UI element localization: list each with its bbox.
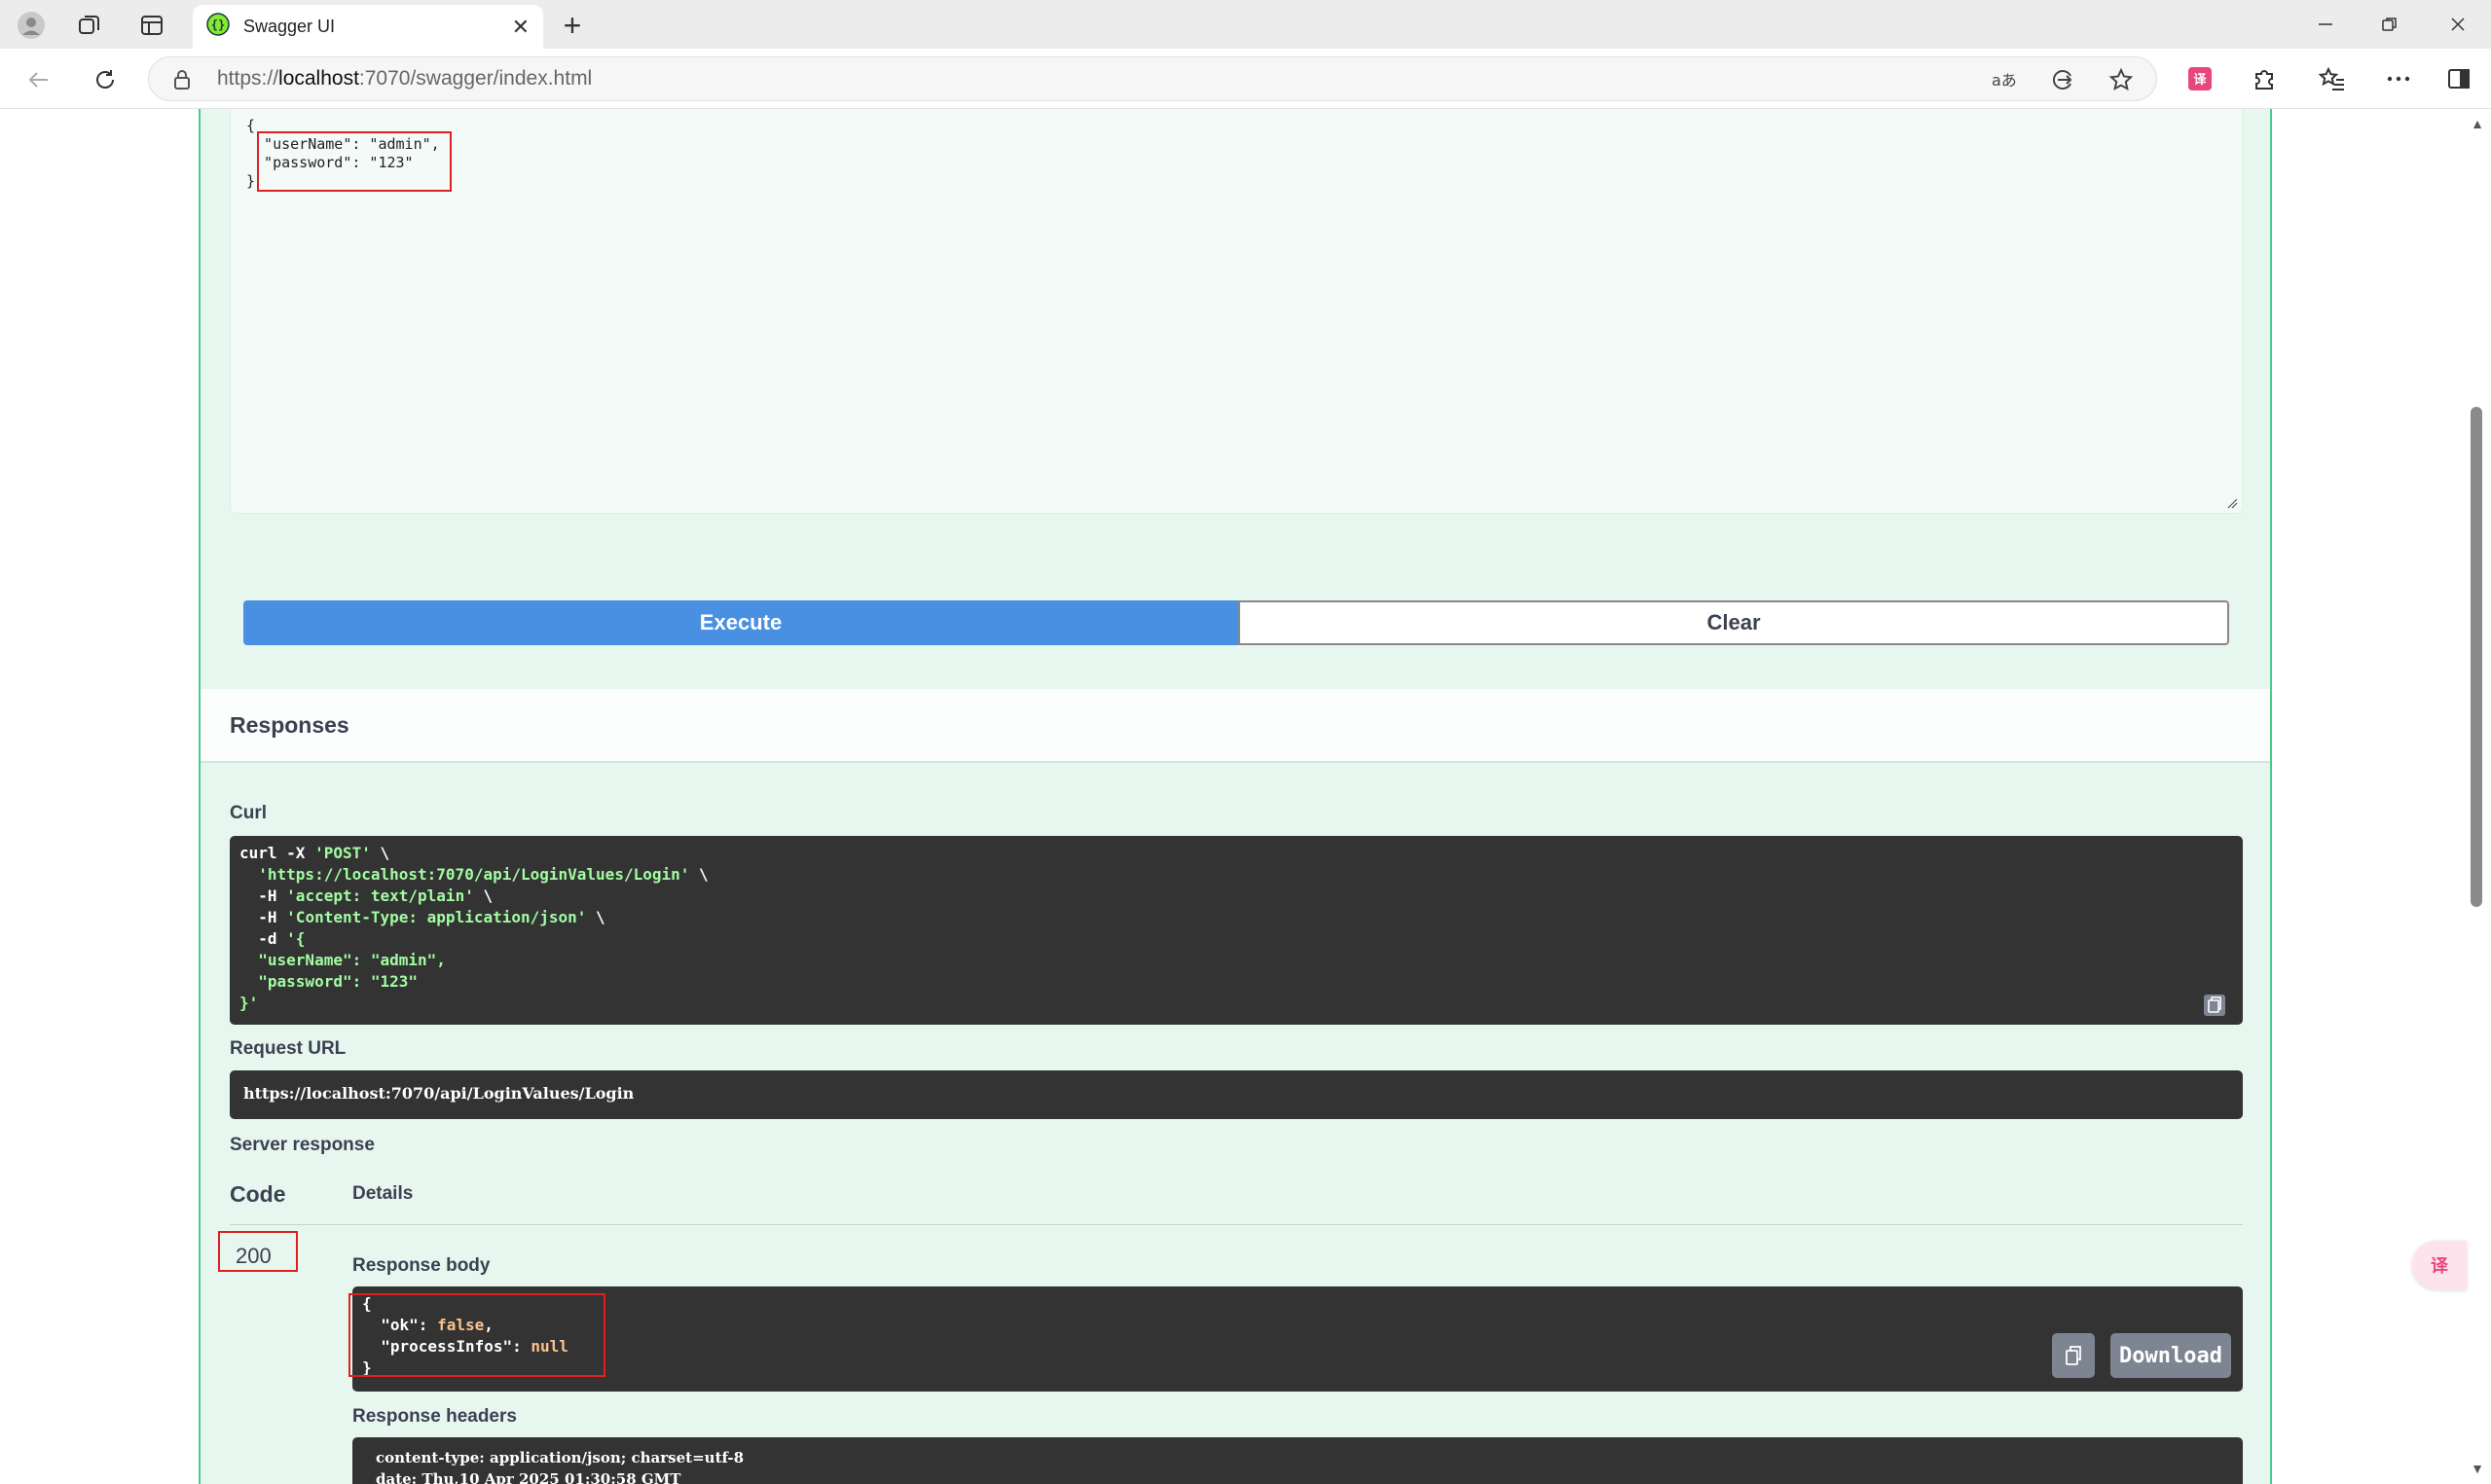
- status-code-highlight: [218, 1231, 298, 1272]
- curl-line: curl -X 'POST' \: [239, 844, 2233, 865]
- code-token: '{: [286, 929, 306, 948]
- code-token: "userName": "admin",: [239, 951, 446, 969]
- tab-strip: {} Swagger UI ✕ +: [0, 0, 2491, 49]
- response-body-line: }: [362, 1358, 2233, 1380]
- operation-block-post-login: { "userName": "admin", "password": "123"…: [199, 109, 2272, 1484]
- request-body-editor[interactable]: { "userName": "admin", "password": "123"…: [230, 109, 2243, 514]
- read-aloud-icon[interactable]: aあ: [1989, 64, 2020, 95]
- response-body-line: "processInfos": null: [362, 1337, 2233, 1358]
- lock-icon[interactable]: [172, 69, 192, 95]
- response-header-line: date: Thu,10 Apr 2025 01:30:58 GMT: [376, 1470, 681, 1484]
- curl-block[interactable]: curl -X 'POST' \ 'https://localhost:7070…: [230, 836, 2243, 1025]
- tab-actions-icon[interactable]: [134, 8, 169, 43]
- code-token: 'accept: text/plain': [286, 887, 474, 905]
- curl-line: "password": "123": [239, 972, 2233, 994]
- profile-icon[interactable]: [14, 8, 49, 43]
- response-header-line: content-type: application/json; charset=…: [376, 1449, 745, 1466]
- browser-essentials-icon[interactable]: [2047, 64, 2078, 95]
- response-body-line: {: [362, 1294, 2233, 1316]
- details-column-header: Details: [352, 1183, 414, 1204]
- response-headers-label: Response headers: [352, 1406, 517, 1427]
- request-url-block[interactable]: https://localhost:7070/api/LoginValues/L…: [230, 1070, 2243, 1119]
- execute-button[interactable]: Execute: [243, 600, 1238, 645]
- code-token: \: [370, 844, 390, 862]
- sidebar-icon[interactable]: [2441, 61, 2476, 96]
- code-token: \: [586, 908, 605, 926]
- curl-line: -d '{: [239, 929, 2233, 951]
- response-body-block[interactable]: { "ok": false, "processInfos": null} Dow…: [352, 1286, 2243, 1392]
- window-close-icon[interactable]: [2434, 6, 2482, 43]
- close-icon[interactable]: ✕: [512, 16, 530, 38]
- curl-line: }': [239, 994, 2233, 1015]
- table-divider: [230, 1224, 2243, 1225]
- request-url-label: Request URL: [230, 1038, 347, 1059]
- more-icon[interactable]: [2381, 61, 2416, 96]
- translate-extension-icon[interactable]: 译: [2182, 61, 2217, 96]
- server-response-label: Server response: [230, 1135, 375, 1155]
- star-icon[interactable]: [2106, 64, 2137, 95]
- floating-translate-icon[interactable]: 译: [2412, 1241, 2467, 1289]
- request-url-text: https://localhost:7070/api/LoginValues/L…: [243, 1084, 635, 1103]
- request-body-line: {: [246, 117, 256, 134]
- scroll-thumb[interactable]: [2471, 407, 2482, 907]
- refresh-icon[interactable]: [86, 60, 125, 99]
- download-button[interactable]: Download: [2110, 1333, 2231, 1378]
- resize-grip-icon[interactable]: [2226, 497, 2238, 509]
- restore-icon[interactable]: [2365, 6, 2414, 43]
- responses-header: Responses: [201, 689, 2270, 763]
- svg-text:{}: {}: [211, 18, 225, 32]
- svg-text:译: 译: [2431, 1256, 2449, 1277]
- request-body-highlight: [257, 131, 452, 192]
- plus-icon[interactable]: +: [555, 8, 590, 43]
- code-token: curl -X: [239, 844, 315, 862]
- code-token: -H: [239, 887, 287, 905]
- request-body-line: "password": "123": [246, 154, 414, 171]
- request-body-line: }: [246, 172, 256, 190]
- curl-line: -H 'Content-Type: application/json' \: [239, 908, 2233, 929]
- clear-button[interactable]: Clear: [1238, 600, 2229, 645]
- code-token: "password": "123": [239, 972, 419, 991]
- scroll-down-icon[interactable]: ▼: [2471, 1462, 2484, 1475]
- page-viewport: { "userName": "admin", "password": "123"…: [0, 109, 2491, 1484]
- copy-icon[interactable]: [2052, 1333, 2095, 1378]
- scroll-up-icon[interactable]: ▲: [2471, 117, 2484, 130]
- code-token: \: [473, 887, 494, 905]
- curl-line: -H 'accept: text/plain' \: [239, 887, 2233, 908]
- back-arrow-icon[interactable]: [19, 60, 58, 99]
- code-token: 'Content-Type: application/json': [286, 908, 587, 926]
- code-token: -H: [239, 908, 287, 926]
- puzzle-icon[interactable]: [2247, 61, 2282, 96]
- response-body-line: "ok": false,: [362, 1316, 2233, 1337]
- page-scrollbar[interactable]: ▲ ▼: [2463, 109, 2491, 1484]
- code-token: -d: [239, 929, 287, 948]
- response-headers-block[interactable]: content-type: application/json; charset=…: [352, 1437, 2243, 1484]
- curl-line: 'https://localhost:7070/api/LoginValues/…: [239, 865, 2233, 887]
- responses-title: Responses: [230, 711, 349, 738]
- svg-text:译: 译: [2193, 73, 2207, 88]
- code-column-header: Code: [230, 1181, 286, 1207]
- execute-wrapper: Execute Clear: [243, 600, 2229, 645]
- code-token: }': [239, 994, 259, 1012]
- address-toolbar: https://localhost:7070/swagger/index.htm…: [0, 49, 2491, 109]
- workspaces-icon[interactable]: [72, 8, 107, 43]
- code-token: 'POST': [314, 844, 371, 862]
- curl-label: Curl: [230, 803, 267, 823]
- code-token: 'https://localhost:7070/api/LoginValues/…: [258, 865, 690, 884]
- curl-line: "userName": "admin",: [239, 951, 2233, 972]
- code-token: \: [689, 865, 709, 884]
- request-body-line: "userName": "admin",: [246, 135, 440, 153]
- copy-icon[interactable]: [2200, 992, 2229, 1019]
- tab-swagger-ui[interactable]: {} Swagger UI ✕: [193, 5, 543, 49]
- response-body-label: Response body: [352, 1255, 491, 1276]
- minimize-icon[interactable]: [2301, 6, 2350, 43]
- svg-text:aあ: aあ: [1992, 71, 2017, 90]
- response-body-highlight: [348, 1293, 605, 1377]
- address-bar[interactable]: https://localhost:7070/swagger/index.htm…: [148, 56, 2157, 101]
- url-text[interactable]: https://localhost:7070/swagger/index.htm…: [217, 67, 592, 90]
- favorites-icon[interactable]: [2315, 61, 2350, 96]
- tab-title: Swagger UI: [243, 17, 336, 36]
- swagger-favicon-icon: {}: [206, 13, 230, 41]
